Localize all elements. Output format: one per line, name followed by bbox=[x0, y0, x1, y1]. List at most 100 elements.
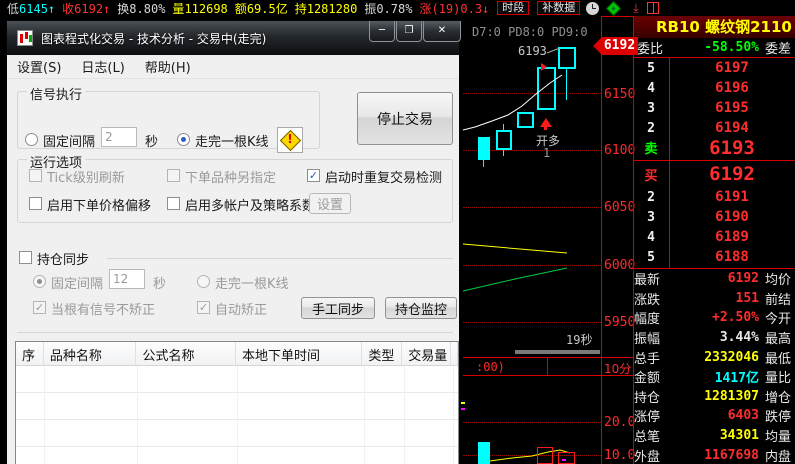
status-diamond-icon[interactable] bbox=[605, 0, 622, 16]
top-market-bar: 低6145↑ 收6192↑ 换8.80% 量112698 额69.5亿 持1281280 振… bbox=[0, 0, 795, 16]
ladder-level: 5 bbox=[647, 60, 655, 76]
ask1-label: 卖 bbox=[644, 142, 658, 157]
ladder-level: 3 bbox=[647, 100, 655, 116]
checkbox-price-offset[interactable] bbox=[29, 197, 42, 210]
ladder-row[interactable]: 4 6196 bbox=[633, 78, 795, 98]
table-header[interactable]: 序 bbox=[16, 342, 44, 365]
checkbox-no-correct: ✓ bbox=[33, 301, 46, 314]
trading-dialog: 图表程式化交易 - 技术分析 - 交易中(走完) ─ ❐ ✕ 设置(S) 日志(… bbox=[6, 20, 461, 464]
market-stat: 振0.78% bbox=[364, 1, 413, 16]
stat-row: 总手 2332046 最低 bbox=[634, 347, 795, 367]
bid1-row[interactable]: 买 6192 bbox=[633, 162, 795, 186]
download-arrow-icon[interactable]: ⤓ bbox=[633, 1, 638, 16]
maximize-button[interactable]: ❐ bbox=[396, 21, 422, 42]
stat-cell: 1167698 bbox=[704, 447, 759, 463]
period-button[interactable]: 时段 bbox=[497, 1, 530, 15]
stat-cell: 6192 bbox=[727, 271, 759, 287]
stat-cell: 增仓 bbox=[765, 390, 792, 406]
stat-row: 振幅 3.44% 最高 bbox=[634, 328, 795, 348]
radio-kline-done[interactable] bbox=[177, 133, 190, 146]
stat-cell: 幅度 bbox=[634, 312, 661, 328]
dialog-titlebar[interactable]: 图表程式化交易 - 技术分析 - 交易中(走完) ─ ❐ ✕ bbox=[7, 21, 461, 55]
menu-settings[interactable]: 设置(S) bbox=[7, 57, 71, 76]
stat-row: 持仓 1281307 增仓 bbox=[634, 387, 795, 407]
indicator-dot bbox=[461, 402, 465, 404]
ladder-row[interactable]: 4 6189 bbox=[633, 227, 795, 247]
stat-cell: 金额 bbox=[634, 371, 661, 387]
seconds-label: 秒 bbox=[145, 135, 159, 150]
signal-count: 1 bbox=[543, 146, 551, 160]
market-stat: 低6145↑ bbox=[7, 1, 56, 16]
stat-cell: 跌停 bbox=[765, 410, 792, 426]
ask1-row[interactable]: 卖 6193 bbox=[633, 136, 795, 159]
kline-done-label: 走完一根K线 bbox=[195, 135, 269, 150]
ladder-level: 4 bbox=[647, 80, 655, 96]
table-header-row: 序品种名称 公式名称 本地下单时间 类型 交易量 bbox=[16, 342, 458, 366]
clock-icon[interactable] bbox=[586, 1, 600, 15]
dialog-title: 图表程式化交易 - 技术分析 - 交易中(走完) bbox=[41, 31, 267, 46]
stat-cell: 3.44% bbox=[719, 330, 759, 346]
stats-panel: 最新 6192 均价 涨跌 151 前结 幅度 +2.50% 今开 振幅 3.44% 最高 总手 2332… bbox=[634, 269, 795, 464]
market-stat: 持1281280 bbox=[294, 1, 358, 16]
window-split-icon[interactable] bbox=[646, 2, 659, 14]
checkbox-symbol-specify bbox=[167, 169, 180, 182]
contract-title[interactable]: RB10 螺纹钢2110 bbox=[634, 16, 795, 38]
settings-button: 设置 bbox=[309, 193, 351, 214]
menu-log[interactable]: 日志(L) bbox=[71, 57, 134, 76]
signal-warning-icon[interactable]: ! bbox=[277, 127, 303, 153]
table-header[interactable]: 公式名称 bbox=[136, 342, 236, 365]
ladder-row[interactable]: 2 6194 bbox=[633, 118, 795, 138]
table-column-line bbox=[137, 366, 138, 464]
ladder-row[interactable]: 3 6195 bbox=[633, 98, 795, 118]
price-note: 6193 bbox=[518, 44, 547, 58]
weibi-label: 委比 bbox=[637, 42, 664, 57]
radio-fixed-interval[interactable] bbox=[25, 133, 38, 146]
ladder-row[interactable]: 5 6197 bbox=[633, 58, 795, 78]
stat-row: 幅度 +2.50% 今开 bbox=[634, 308, 795, 328]
market-stat: 涨(19)0.3↓ bbox=[419, 1, 490, 16]
ladder-price: 6188 bbox=[715, 249, 749, 265]
table-header[interactable]: 交易量 bbox=[402, 342, 451, 365]
menu-help[interactable]: 帮助(H) bbox=[135, 57, 201, 76]
table-column-line bbox=[44, 366, 45, 464]
trading-app: 低6145↑ 收6192↑ 换8.80% 量112698 额69.5亿 持1281280 振… bbox=[0, 0, 795, 464]
ladder-price: 6195 bbox=[715, 100, 749, 116]
stat-cell: 均价 bbox=[765, 273, 792, 289]
stop-trading-button[interactable]: 停止交易 bbox=[357, 92, 453, 145]
ladder-row[interactable]: 3 6190 bbox=[633, 207, 795, 227]
checkbox-position-sync[interactable] bbox=[19, 251, 32, 264]
minimize-button[interactable]: ─ bbox=[369, 21, 395, 42]
no-correct-label: 当根有信号不矫正 bbox=[51, 303, 156, 318]
fixed-interval-label: 固定间隔 bbox=[43, 135, 96, 150]
table-header[interactable]: 类型 bbox=[362, 342, 403, 365]
position-monitor-button[interactable]: 持仓监控 bbox=[385, 297, 457, 319]
table-header[interactable]: 本地下单时间 bbox=[236, 342, 363, 365]
checkbox-auto-correct: ✓ bbox=[197, 301, 210, 314]
top-stats: 低6145↑ 收6192↑ 换8.80% 量112698 额69.5亿 持1281280 振… bbox=[0, 0, 489, 17]
stat-cell: 34301 bbox=[719, 428, 759, 444]
stat-cell: 最低 bbox=[765, 351, 792, 367]
chart-scrollbar[interactable] bbox=[515, 350, 600, 354]
ask-ladder: 5 6197 4 6196 3 6195 2 6194 bbox=[633, 58, 795, 138]
ladder-row[interactable]: 2 6191 bbox=[633, 187, 795, 207]
market-stat: 换8.80% bbox=[117, 1, 166, 16]
refill-data-button[interactable]: 补数据 bbox=[537, 1, 581, 15]
table-body[interactable] bbox=[16, 366, 458, 464]
stat-row: 涨停 6403 跌停 bbox=[634, 406, 795, 426]
current-price-tag: 6192 bbox=[593, 37, 638, 55]
ladder-level: 5 bbox=[647, 249, 655, 265]
ladder-row[interactable]: 5 6188 bbox=[633, 247, 795, 267]
weibi-row: 委比 -58.50% 委差 bbox=[634, 38, 795, 57]
table-header[interactable]: 品种名称 bbox=[44, 342, 137, 365]
table-header-filler bbox=[451, 342, 458, 365]
signal-group-title: 信号执行 bbox=[27, 84, 86, 103]
ladder-level: 2 bbox=[647, 189, 655, 205]
close-button[interactable]: ✕ bbox=[423, 21, 461, 42]
manual-sync-button[interactable]: 手工同步 bbox=[301, 297, 375, 319]
checkbox-multi-account[interactable] bbox=[167, 197, 180, 210]
checkbox-dup-check[interactable]: ✓ bbox=[307, 169, 320, 182]
auto-correct-label: 自动矫正 bbox=[215, 303, 268, 318]
stat-cell: 外盘 bbox=[634, 449, 661, 464]
ladder-price: 6196 bbox=[715, 80, 749, 96]
stat-cell: 2332046 bbox=[704, 349, 759, 365]
